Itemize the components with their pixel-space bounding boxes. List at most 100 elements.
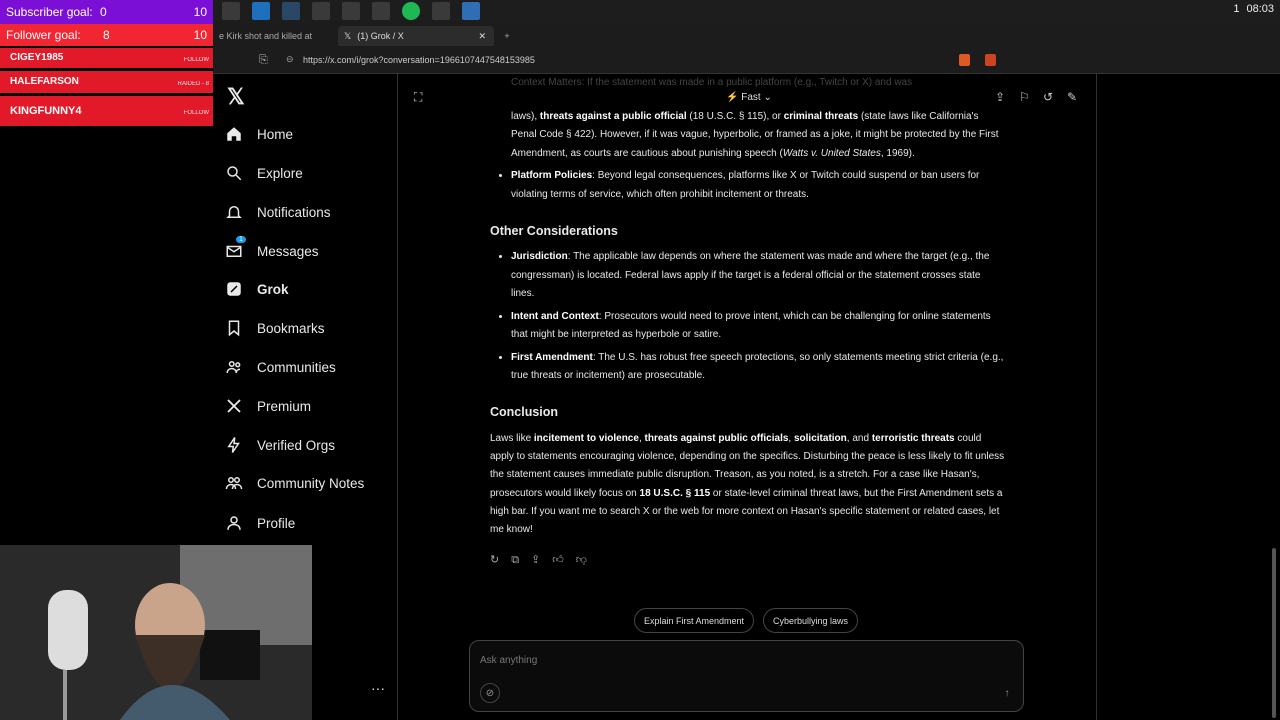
history-icon[interactable]: ↺ [1043, 90, 1053, 104]
bold-term: incitement to violence [533, 432, 639, 444]
document-icon[interactable] [462, 2, 480, 20]
sidebar-item-home[interactable]: Home [225, 125, 293, 143]
bookmark-icon[interactable]: ⚐ [1019, 90, 1030, 104]
subscriber-goal-label: Subscriber goal: [6, 5, 93, 19]
conclusion-paragraph: Laws like incitement to violence, threat… [490, 430, 1005, 540]
sidebar-item-label: Profile [257, 515, 296, 531]
bookmark-icon [228, 320, 240, 337]
list-item: Jurisdiction: The applicable law depends… [511, 248, 1005, 303]
x-logo-icon[interactable]: 𝕏 [227, 84, 245, 110]
sidebar-item-explore[interactable]: Explore [225, 164, 303, 182]
app-icon[interactable] [312, 2, 330, 20]
browser-tab-active[interactable]: 𝕏 (1) Grok / X ✕ [338, 26, 494, 46]
bold-term: solicitation [793, 432, 847, 444]
obs-icon[interactable] [222, 2, 240, 20]
workspace-indicator[interactable]: 1 [1233, 3, 1239, 15]
home-icon [227, 127, 241, 141]
sidebar-item-label: Messages [257, 243, 319, 259]
scrollbar[interactable] [1272, 548, 1276, 718]
ask-input[interactable] [480, 655, 880, 666]
section-heading: Other Considerations [490, 223, 618, 238]
regenerate-icon[interactable]: ↻ [490, 551, 499, 569]
thumbs-down-icon[interactable]: 👎︎ [576, 551, 587, 569]
more-icon[interactable]: ··· [371, 680, 385, 696]
suggestion-chip[interactable]: Explain First Amendment [634, 608, 755, 633]
subscriber-goal-max: 10 [193, 5, 207, 19]
sidebar-item-bookmarks[interactable]: Bookmarks [225, 319, 325, 337]
message-composer: ⊘ ↑ [469, 640, 1024, 712]
people-icon [226, 361, 241, 374]
copy-icon[interactable]: ⧉ [511, 551, 519, 569]
sidebar-item-label: Notifications [257, 204, 331, 220]
sidebar-item-label: Community Notes [257, 475, 365, 491]
envelope-icon [226, 245, 242, 257]
browser-tab[interactable]: e Kirk shot and killed at [213, 26, 331, 46]
clock: 08:03 [1246, 3, 1274, 15]
thumbs-up-icon[interactable]: 👍︎ [552, 551, 564, 569]
lightning-icon [227, 437, 240, 453]
extension-icon[interactable] [985, 54, 996, 66]
right-column [1096, 74, 1280, 720]
event-tag: RAIDED - 8 [177, 81, 209, 87]
case-citation: Watts v. United States [782, 147, 881, 159]
bold-term: First Amendment [511, 351, 593, 363]
sidebar-item-community-notes[interactable]: Community Notes [225, 474, 364, 492]
response-actions: ↻ ⧉ ⇪ 👍︎ 👎︎ [490, 551, 1005, 569]
steam-icon[interactable] [282, 2, 300, 20]
sidebar-item-verified-orgs[interactable]: Verified Orgs [225, 436, 335, 454]
close-tab-icon[interactable]: ✕ [478, 31, 486, 42]
x-icon: 𝕏 [344, 30, 352, 41]
tab-title: (1) Grok / X [357, 31, 404, 41]
sidebar-item-grok[interactable]: Grok [225, 280, 289, 298]
community-notes-icon [225, 477, 243, 490]
follower-goal: Follower goal: 8 10 [0, 24, 213, 46]
sidebar-item-label: Grok [257, 281, 289, 297]
browser-tab-bar: e Kirk shot and killed at 𝕏 (1) Grok / X… [213, 22, 1280, 48]
event-alert: HALEFARSON RAIDED - 8 [0, 71, 213, 93]
follower-goal-label: Follower goal: [6, 28, 81, 42]
monitor-icon[interactable] [432, 2, 450, 20]
new-chat-icon[interactable]: ✎ [1067, 90, 1077, 104]
list-item: Intent and Context: Prosecutors would ne… [511, 308, 1005, 345]
bold-term: threats against a public official [539, 111, 687, 122]
sidebar-item-notifications[interactable]: Notifications [225, 203, 331, 221]
brave-shield-icon[interactable] [959, 54, 970, 66]
sidebar-item-messages[interactable]: 1 Messages [225, 236, 319, 260]
event-alert: CIGEY1985 FOLLOW [0, 48, 213, 68]
subscriber-goal-current: 0 [100, 5, 107, 19]
taskbar-app-icons [222, 2, 480, 20]
streamer-illustration [0, 545, 312, 720]
text: , and [846, 432, 872, 444]
vscode-icon[interactable] [252, 2, 270, 20]
url-text[interactable]: https://x.com/i/grok?conversation=196610… [303, 55, 535, 65]
text: (18 U.S.C. § 115), or [686, 111, 784, 122]
sidebar-item-label: Communities [257, 359, 336, 375]
text: Laws like [490, 432, 534, 444]
attach-icon[interactable]: ⊘ [480, 683, 500, 703]
bold-term: terroristic threats [871, 432, 955, 444]
bold-term: Intent and Context [511, 310, 599, 322]
app-icon[interactable] [342, 2, 360, 20]
section-heading: Conclusion [490, 405, 559, 420]
suggestion-chip[interactable]: Cyberbullying laws [763, 608, 859, 633]
bold-term: criminal threats [783, 111, 859, 122]
person-icon [227, 516, 241, 530]
share-icon[interactable]: ⇪ [531, 551, 540, 569]
app-icon[interactable] [372, 2, 390, 20]
text: , 1969). [880, 147, 915, 159]
sidebar-item-label: Verified Orgs [257, 437, 336, 453]
sidebar-item-profile[interactable]: Profile [225, 514, 295, 532]
sidebar-item-communities[interactable]: Communities [225, 358, 336, 376]
expand-icon[interactable]: ⛶ [414, 90, 422, 105]
send-arrow-icon[interactable]: ↑ [997, 683, 1017, 703]
sidebar-item-premium[interactable]: Premium [225, 397, 311, 415]
x-premium-icon [227, 399, 241, 413]
new-tab-button[interactable]: + [499, 26, 515, 46]
webcam-feed [0, 545, 312, 720]
list-item: laws), threats against a public official… [511, 108, 1005, 163]
list-item: Platform Policies: Beyond legal conseque… [511, 167, 1005, 204]
bullet-list: Jurisdiction: The applicable law depends… [490, 248, 1005, 385]
bookmark-icon[interactable]: ⎘ [259, 54, 268, 67]
spotify-icon[interactable] [402, 2, 420, 20]
bold-term: Jurisdiction [511, 251, 568, 263]
